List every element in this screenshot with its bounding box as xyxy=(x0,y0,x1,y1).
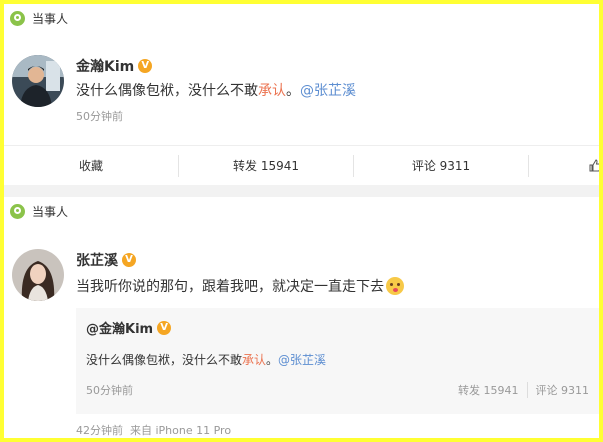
quoted-text-highlight[interactable]: 承认 xyxy=(242,353,266,367)
post-text-highlight[interactable]: 承认 xyxy=(258,83,286,99)
quoted-time[interactable]: 50分钟前 xyxy=(86,382,133,398)
post-card-2: 当事人 张芷溪 V 当我听你说的那句，跟着我吧，就决定一直走下去 @金瀚Kim … xyxy=(4,197,599,438)
quoted-text: 没什么偶像包袱，没什么不敢承认。@张芷溪 xyxy=(86,351,326,368)
avatar[interactable] xyxy=(12,55,64,107)
quoted-author-row: @金瀚Kim V xyxy=(86,318,172,337)
location-pin-icon xyxy=(10,10,25,26)
post-card-1: 当事人 金瀚Kim V 没什么偶像包袱，没什么不敢承认。@张芷溪 50分钟前 收… xyxy=(4,4,599,185)
quoted-text-part: 。 xyxy=(266,353,279,367)
post-tag: 当事人 xyxy=(10,203,68,219)
post-text-part: 当我听你说的那句，跟着我吧，就决定一直走下去 xyxy=(76,279,384,295)
action-bar: 收藏 转发 15941 评论 9311 xyxy=(4,145,599,185)
quoted-comment-count[interactable]: 评论 9311 xyxy=(526,382,598,398)
blush-emoji-icon xyxy=(386,277,404,295)
post-text-part: 没什么偶像包袱，没什么不敢 xyxy=(76,83,258,99)
post-time[interactable]: 50分钟前 xyxy=(76,108,123,124)
mention-link[interactable]: @张芷溪 xyxy=(278,353,326,367)
post-text-part: 。 xyxy=(286,83,300,99)
verified-badge-icon: V xyxy=(138,59,153,73)
author-name[interactable]: 张芷溪 xyxy=(76,250,118,270)
author-row: 金瀚Kim V xyxy=(76,56,153,76)
verified-badge-icon: V xyxy=(122,253,136,267)
quoted-author-name[interactable]: @金瀚Kim xyxy=(86,318,153,337)
quoted-repost-count[interactable]: 转发 15941 xyxy=(450,382,527,398)
post-tag-label: 当事人 xyxy=(32,204,69,219)
like-icon[interactable] xyxy=(589,159,599,172)
quoted-post[interactable]: @金瀚Kim V 没什么偶像包袱，没什么不敢承认。@张芷溪 50分钟前 转发 1… xyxy=(76,308,599,414)
location-pin-icon xyxy=(10,203,25,219)
avatar[interactable] xyxy=(12,249,64,301)
feed: 当事人 金瀚Kim V 没什么偶像包袱，没什么不敢承认。@张芷溪 50分钟前 收… xyxy=(4,4,599,438)
favorite-button[interactable]: 收藏 xyxy=(4,154,179,177)
quoted-actions: 转发 15941 评论 9311 xyxy=(450,382,597,398)
post-tag-label: 当事人 xyxy=(32,11,69,26)
repost-button[interactable]: 转发 15941 xyxy=(179,154,354,177)
mention-link[interactable]: @张芷溪 xyxy=(300,83,356,99)
comment-button[interactable]: 评论 9311 xyxy=(354,154,529,177)
post-text: 没什么偶像包袱，没什么不敢承认。@张芷溪 xyxy=(76,80,356,100)
post-meta: 42分钟前 来自 iPhone 11 Pro xyxy=(76,422,231,438)
author-row: 张芷溪 V xyxy=(76,250,136,270)
author-name[interactable]: 金瀚Kim xyxy=(76,56,134,76)
verified-badge-icon: V xyxy=(157,320,172,335)
post-tag: 当事人 xyxy=(10,10,68,26)
post-source: 来自 iPhone 11 Pro xyxy=(130,424,232,437)
post-time[interactable]: 42分钟前 xyxy=(76,424,123,437)
quoted-text-part: 没什么偶像包袱，没什么不敢 xyxy=(86,353,243,367)
post-text: 当我听你说的那句，跟着我吧，就决定一直走下去 xyxy=(76,276,404,296)
